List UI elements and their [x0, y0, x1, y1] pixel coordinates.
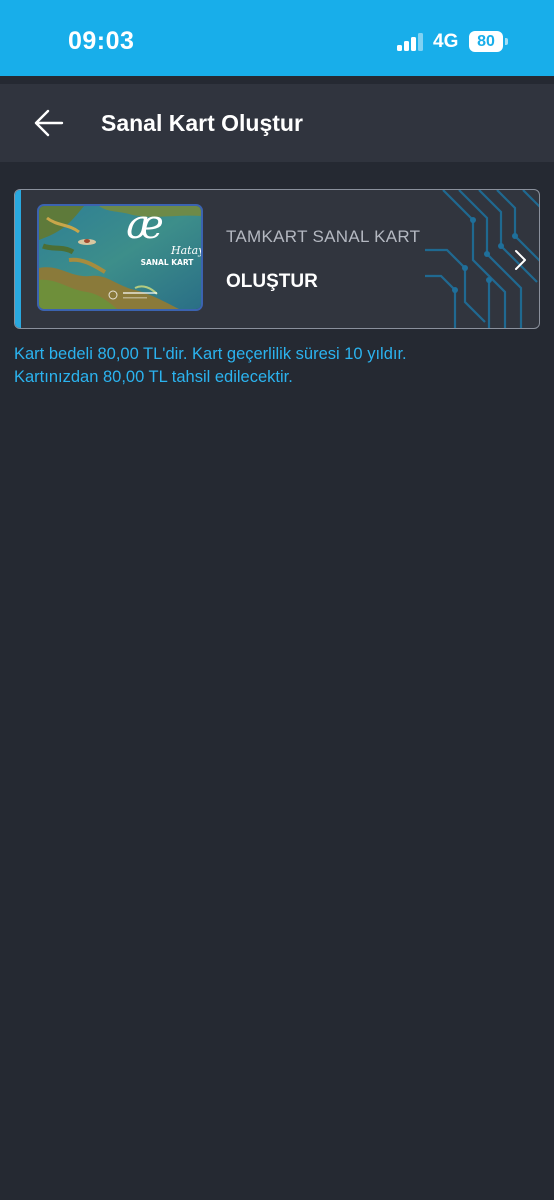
- card-thumbnail: æ Hatay SANAL KART: [37, 204, 203, 311]
- app-header: Sanal Kart Oluştur: [0, 84, 554, 162]
- card-subtitle: TAMKART SANAL KART: [226, 227, 421, 246]
- create-label: OLUŞTUR: [226, 271, 318, 292]
- status-bar: 09:03 4G 80: [0, 0, 554, 76]
- network-type: 4G: [433, 31, 459, 52]
- battery-icon: 80: [469, 31, 503, 52]
- svg-text:æ: æ: [126, 206, 164, 248]
- battery-tip: [505, 38, 508, 45]
- card-accent: [15, 190, 21, 328]
- fee-info-line-1: Kart bedeli 80,00 TL'dir. Kart geçerlili…: [14, 345, 407, 363]
- card-fee-info: Kart bedeli 80,00 TL'dir. Kart geçerlili…: [14, 343, 540, 389]
- thumbnail-caption: SANAL KART: [141, 258, 195, 267]
- chevron-right-icon: [515, 250, 526, 270]
- create-virtual-card-item[interactable]: æ Hatay SANAL KART TAMKART SANAL KART OL…: [14, 189, 540, 329]
- back-button[interactable]: [26, 103, 70, 143]
- thumbnail-logo-text: Hatay: [170, 244, 201, 257]
- page-title: Sanal Kart Oluştur: [101, 110, 303, 136]
- status-time: 09:03: [68, 27, 135, 55]
- fee-info-line-2: Kartınızdan 80,00 TL tahsil edilecektir.: [14, 368, 293, 386]
- arrow-left-icon: [34, 109, 64, 137]
- signal-icon: [397, 33, 427, 51]
